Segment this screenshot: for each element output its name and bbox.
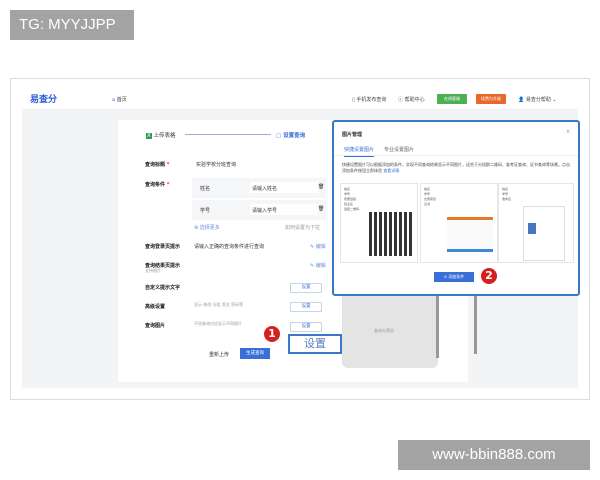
- result-tip-sub: 支持图片: [145, 268, 161, 273]
- watermark: www-bbin888.com: [398, 440, 590, 470]
- nav-mobile[interactable]: ▯ 手机发布查询: [352, 96, 386, 103]
- step-upload: X 上传表格: [146, 131, 176, 139]
- title-label: 查询标题 *: [145, 162, 170, 168]
- conditions-label: 查询条件 *: [145, 182, 170, 188]
- select-more-link[interactable]: ⊕ 选择更多: [194, 224, 220, 231]
- image-value: 不同查询对应显示不同图片: [194, 321, 242, 326]
- nav-home[interactable]: ⌂ 首页: [112, 96, 127, 103]
- edit-result-tip[interactable]: ✎ 编辑: [310, 262, 326, 269]
- excel-icon: X: [146, 133, 152, 139]
- title-value[interactable]: 实验学校分班查询: [196, 161, 236, 168]
- condition-input[interactable]: 请输入学号: [250, 204, 318, 215]
- step-setup: ▢ 设置查询: [276, 133, 306, 139]
- login-tip-label: 查询登录页提示: [145, 244, 181, 250]
- tab-divider: [334, 155, 578, 156]
- generate-button[interactable]: 生成查询: [240, 348, 270, 359]
- home-label: 首页: [116, 97, 127, 103]
- scrollbar[interactable]: [474, 296, 477, 354]
- delete-icon[interactable]: 🗑: [318, 184, 324, 190]
- image-label: 查询图片: [145, 323, 166, 329]
- step-line: [185, 134, 271, 135]
- close-icon[interactable]: ×: [566, 129, 570, 135]
- image-set-button[interactable]: 设置: [290, 322, 322, 332]
- home-icon: ⌂: [112, 97, 116, 103]
- step2-label: 设置查询: [283, 133, 306, 139]
- condition-row: 姓名 请输入姓名 🗑: [192, 178, 326, 198]
- preview-scrollbar[interactable]: [436, 296, 439, 358]
- mobile-label: 手机发布查询: [356, 97, 387, 103]
- sample-admission-ticket: 姓名 学号 准考证: [498, 183, 574, 263]
- upgrade-button[interactable]: 续费为升级: [476, 94, 506, 104]
- modal-description: 快捷设置图片可以根据添加的条件，实现不同查询结果显示不同图片，适合于分班群二维码…: [342, 162, 570, 173]
- details-link[interactable]: 查看详情: [383, 168, 399, 173]
- user-menu[interactable]: 👤 易查分帮助 ⌄: [518, 96, 557, 103]
- user-label: 易查分帮助: [525, 97, 551, 103]
- certificate-icon: [447, 217, 493, 252]
- tab-professional[interactable]: 专业设置图片: [384, 146, 414, 153]
- condition-row: 学号 请输入学号 🗑: [192, 200, 326, 220]
- login-tip-value: 请输入正确的查询条件进行查询: [194, 244, 265, 250]
- delete-icon[interactable]: 🗑: [318, 206, 324, 212]
- qr-code-icon: [369, 212, 413, 256]
- step-badge-2: 2: [481, 268, 497, 284]
- phone-preview: 查询分预览: [342, 296, 438, 368]
- advanced-set-button[interactable]: 设置: [290, 302, 322, 312]
- preview-text: 查询分预览: [374, 328, 394, 333]
- condition-input[interactable]: 请输入姓名: [250, 182, 318, 193]
- step-badge-1: 1: [264, 326, 280, 342]
- dropdown-hint-link[interactable]: 如何设置为下拉: [285, 224, 320, 231]
- sample-certificate: 姓名 学号 比赛项目 证书: [420, 183, 498, 263]
- admission-ticket-icon: [523, 206, 565, 261]
- advanced-value: 显示 修改 分组 签名 密码等: [194, 302, 244, 307]
- condition-name: 学号: [200, 208, 211, 214]
- online-service-button[interactable]: 在线客服: [437, 94, 467, 104]
- help-label: 帮助中心: [404, 97, 425, 103]
- step1-label: 上传表格: [153, 133, 176, 139]
- condition-name: 姓名: [200, 186, 211, 192]
- custom-text-set-button[interactable]: 设置: [290, 283, 322, 293]
- tg-tag: TG: MYYJJPP: [10, 10, 134, 40]
- custom-text-label: 自定义提示文字: [145, 285, 181, 291]
- modal-title: 图片管理: [342, 132, 363, 138]
- logo[interactable]: 易查分: [30, 92, 57, 105]
- edit-login-tip[interactable]: ✎ 编辑: [310, 243, 326, 250]
- reupload-button[interactable]: 重新上传: [209, 351, 229, 358]
- nav-help[interactable]: ⓘ 帮助中心: [398, 96, 425, 103]
- sample-qr: 姓名 学号 所属班级 班主任 班级二维码: [340, 183, 418, 263]
- add-condition-button[interactable]: ⊙ 添加条件: [434, 272, 474, 282]
- set-callout: 设置: [288, 334, 342, 354]
- advanced-label: 高级设置: [145, 304, 166, 310]
